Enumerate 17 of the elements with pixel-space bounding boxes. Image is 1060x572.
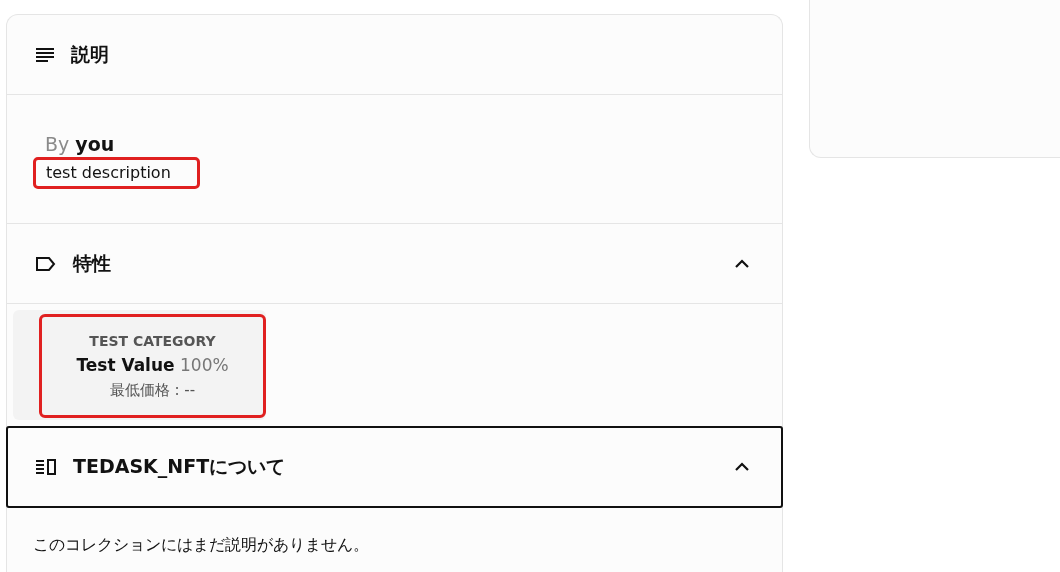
section-header[interactable]: TEDASK_NFTについて — [7, 427, 782, 507]
floor-price: 最低価格 : -- — [109, 380, 196, 400]
collection-description: このコレクションにはまだ説明がありません。 — [32, 534, 370, 556]
chevron-icon — [734, 461, 750, 472]
trait-category: TEST CATEGORY — [89, 332, 216, 349]
author-line: By you — [44, 133, 116, 155]
section-title: 特性 — [73, 250, 112, 276]
trait-value: Test Value 100% — [76, 354, 229, 375]
section-title: 説明 — [71, 41, 110, 67]
chevron-icon — [734, 258, 750, 269]
description-text: test description — [33, 157, 200, 189]
list-icon — [35, 458, 57, 475]
tag-icon — [35, 255, 57, 272]
section-header[interactable]: 特性 — [7, 224, 782, 304]
trait-card[interactable]: TEST CATEGORY Test Value 100% 最低価格 : -- — [13, 310, 266, 420]
lines-icon — [35, 46, 55, 63]
section-title: TEDASK_NFTについて — [73, 453, 287, 480]
